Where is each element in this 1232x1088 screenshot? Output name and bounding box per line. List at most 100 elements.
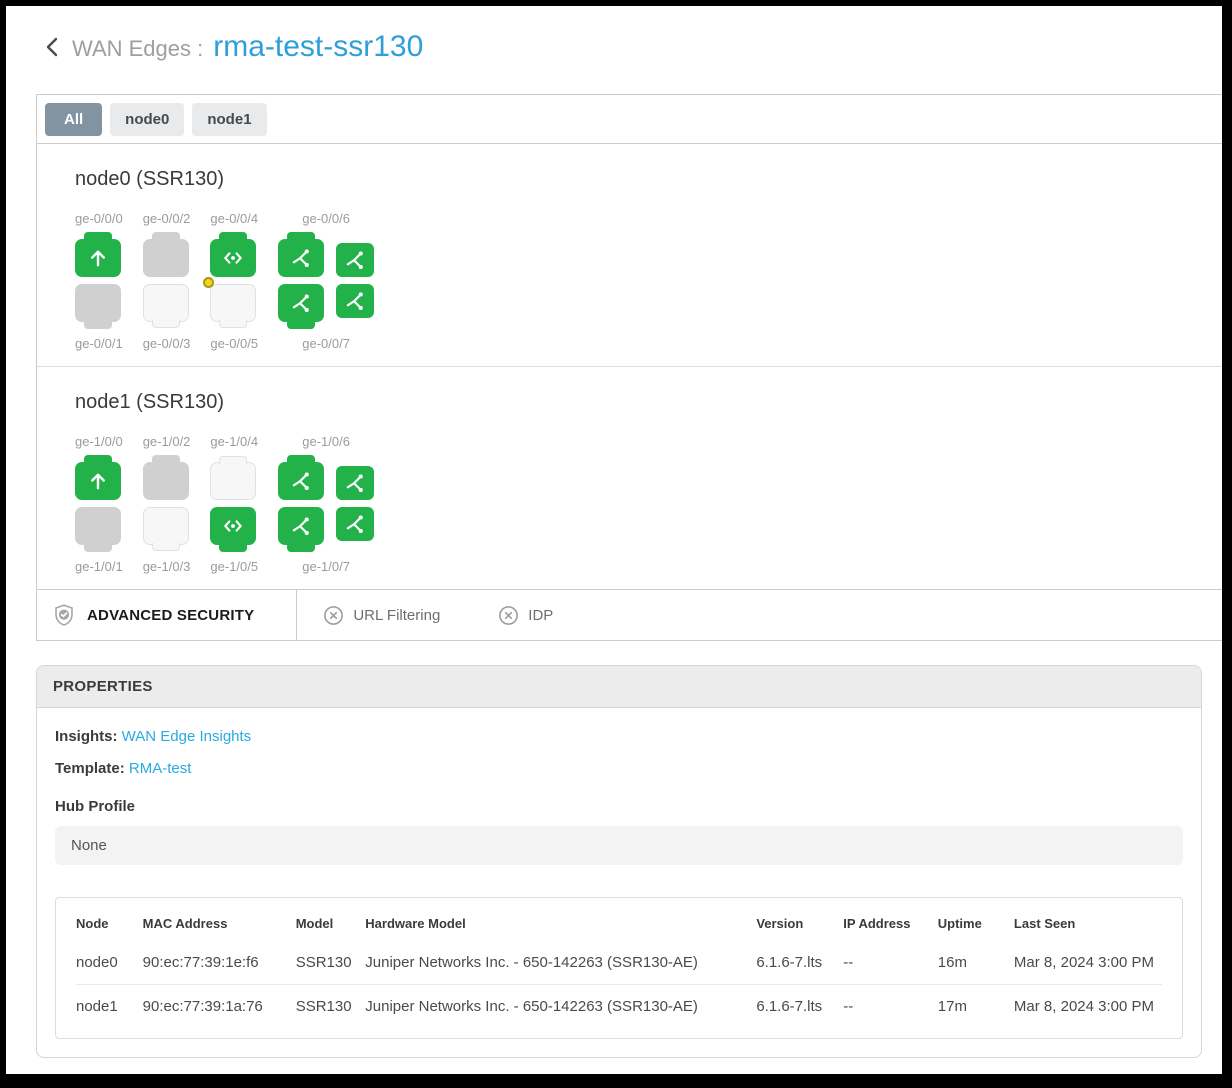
port-row-bottom [143,284,191,322]
port-up[interactable] [336,243,374,277]
port-row-bottom [278,507,374,545]
code-icon [221,514,245,538]
circle-x-icon [323,605,344,626]
table-row: node090:ec:77:39:1e:f6SSR130Juniper Netw… [76,941,1162,985]
port-tab [84,544,112,552]
port-label: ge-1/0/2 [143,434,191,450]
insights-link[interactable]: WAN Edge Insights [122,728,252,745]
port-label: ge-0/0/4 [210,211,258,227]
port-label: ge-0/0/7 [278,336,374,352]
port-column: ge-0/0/0ge-0/0/1 [75,211,123,352]
table-header-cell: Node [76,902,143,941]
table-header-cell: Hardware Model [365,902,756,941]
port-tab [152,455,180,463]
port-row-top [278,462,374,500]
table-header-cell: Version [756,902,843,941]
port-column: ge-0/0/2ge-0/0/3 [143,211,191,352]
port-unconfigured[interactable] [210,462,256,500]
node-title: node1 (SSR130) [75,391,1222,414]
port-column: ge-1/0/2ge-1/0/3 [143,434,191,575]
port-disconnected[interactable] [75,284,121,322]
branch-icon [343,248,367,272]
port-tab [287,455,315,463]
port-unconfigured[interactable] [210,284,256,322]
advanced-security-label: ADVANCED SECURITY [87,607,254,624]
table-cell: Mar 8, 2024 3:00 PM [1014,941,1162,985]
security-bar: ADVANCED SECURITY URL Filtering IDP [37,589,1222,640]
port-up[interactable] [336,284,374,318]
port-row-top [278,239,374,277]
port-tab [152,543,180,551]
table-header-cell: Model [296,902,366,941]
port-label: ge-1/0/6 [278,434,374,450]
port-up[interactable] [336,507,374,541]
port-label: ge-1/0/7 [278,559,374,575]
branch-icon [343,471,367,495]
table-cell: Juniper Networks Inc. - 650-142263 (SSR1… [365,985,756,1029]
port-up[interactable] [278,507,324,545]
port-unconfigured[interactable] [143,284,189,322]
circle-x-icon [498,605,519,626]
tab-node1[interactable]: node1 [192,103,266,136]
table-cell: 90:ec:77:39:1a:76 [143,985,296,1029]
port-disconnected[interactable] [143,462,189,500]
port-row-bottom [210,284,258,322]
table-cell: Mar 8, 2024 3:00 PM [1014,985,1162,1029]
port-disconnected[interactable] [143,239,189,277]
port-up[interactable] [278,239,324,277]
security-item-idp: IDP [498,605,553,626]
port-up[interactable] [210,507,256,545]
port-tab [84,455,112,463]
table-header-cell: MAC Address [143,902,296,941]
breadcrumb[interactable]: WAN Edges : [72,36,203,62]
security-item-url-filtering: URL Filtering [323,605,440,626]
tab-node0[interactable]: node0 [110,103,184,136]
port-row-top [75,462,123,500]
node-title: node0 (SSR130) [75,168,1222,191]
nodes-table-box: NodeMAC AddressModelHardware ModelVersio… [55,897,1183,1039]
device-panel: Allnode0node1 node0 (SSR130) ge-0/0/0ge-0… [36,94,1222,641]
port-unconfigured[interactable] [143,507,189,545]
port-column: ge-1/0/6 ge-1/0/7 [278,434,374,575]
page-header: WAN Edges : rma-test-ssr130 [44,30,1222,64]
properties-panel: PROPERTIES Insights: WAN Edge Insights T… [36,665,1202,1058]
table-cell: node0 [76,941,143,985]
branch-icon [289,469,313,493]
port-up[interactable] [75,462,121,500]
port-up[interactable] [278,462,324,500]
back-icon[interactable] [44,35,60,59]
port-label: ge-0/0/5 [210,336,258,352]
table-cell: SSR130 [296,985,366,1029]
table-cell: -- [843,941,937,985]
port-row-bottom [75,507,123,545]
port-label: ge-1/0/4 [210,434,258,450]
port-row-top [210,239,258,277]
port-disconnected[interactable] [75,507,121,545]
port-row-top [143,239,191,277]
port-column: ge-0/0/6ge-0/0/7 [278,211,374,352]
template-link[interactable]: RMA-test [129,760,192,777]
port-label: ge-1/0/1 [75,559,123,575]
port-up[interactable] [210,239,256,277]
port-label: ge-1/0/0 [75,434,123,450]
port-up[interactable] [75,239,121,277]
table-cell: -- [843,985,937,1029]
hub-profile-label: Hub Profile [55,798,1183,815]
port-up[interactable] [336,466,374,500]
port-row-bottom [210,507,258,545]
nodes-table: NodeMAC AddressModelHardware ModelVersio… [76,902,1162,1028]
table-cell: SSR130 [296,941,366,985]
port-tab [287,544,315,552]
shield-check-icon [52,603,76,627]
status-dot-yellow [203,277,214,288]
port-tab [287,321,315,329]
port-row-top [210,462,258,500]
port-tab [84,232,112,240]
template-row: Template: RMA-test [55,760,1183,777]
branch-icon [343,512,367,536]
node-section-0: node0 (SSR130) ge-0/0/0ge-0/0/1 ge-0/0/2ge… [37,144,1222,366]
arrow-up-icon [86,246,110,270]
port-row-bottom [75,284,123,322]
tab-all[interactable]: All [45,103,102,136]
port-up[interactable] [278,284,324,322]
